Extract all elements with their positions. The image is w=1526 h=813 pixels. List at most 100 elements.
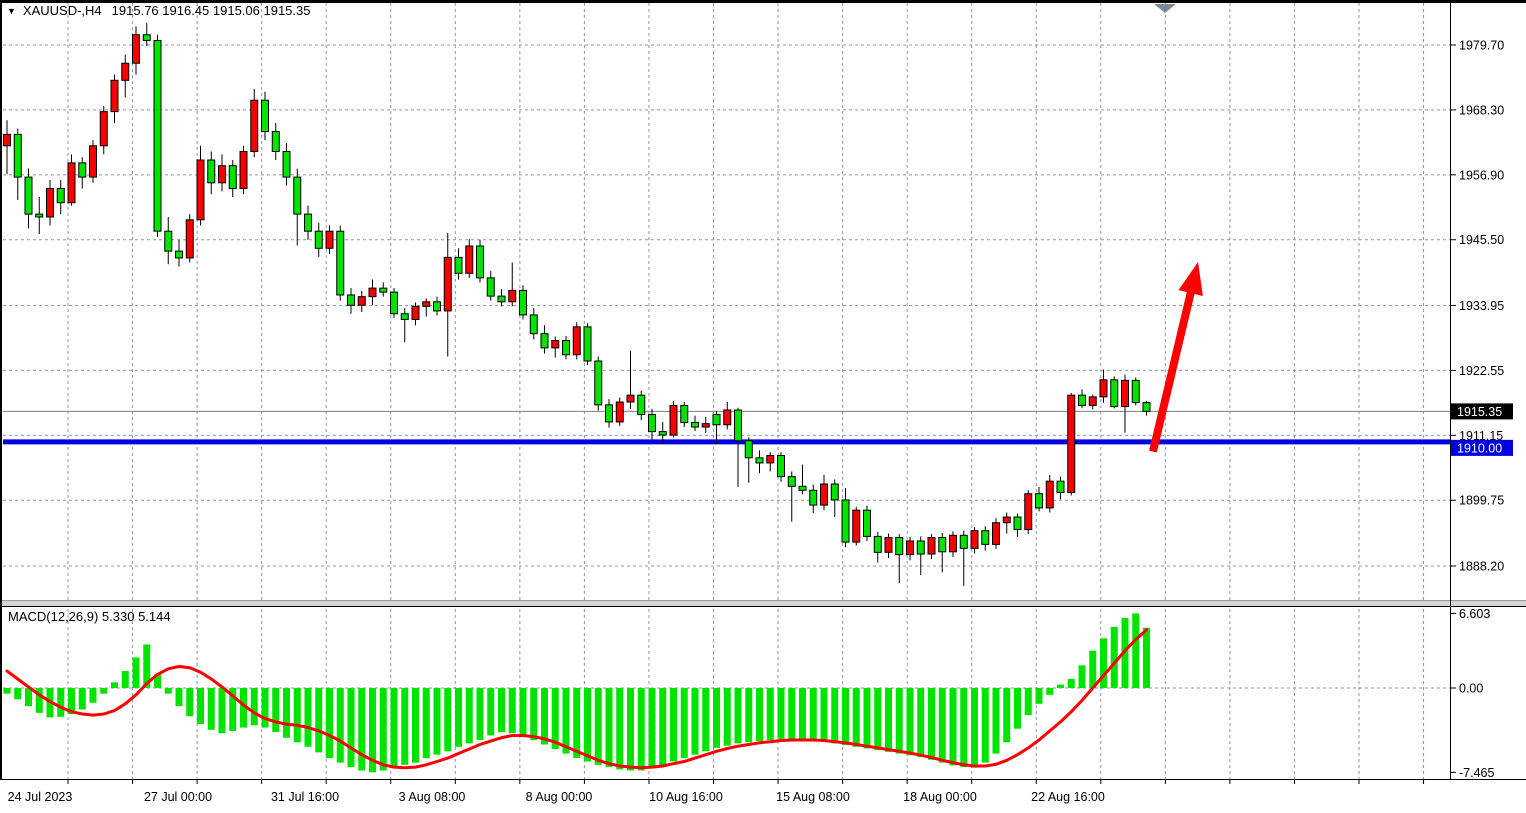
up-arrow-head[interactable] — [1179, 262, 1203, 296]
macd-bar — [79, 688, 86, 709]
chart-canvas[interactable]: 1979.701968.301956.901945.501933.951922.… — [0, 0, 1526, 813]
bear-candle — [315, 231, 322, 248]
macd-bar — [165, 688, 172, 694]
bear-candle — [294, 177, 301, 214]
macd-bar — [1132, 613, 1139, 688]
macd-bar — [337, 688, 344, 763]
bear-candle — [272, 132, 279, 152]
time-axis-label: 8 Aug 00:00 — [526, 790, 593, 804]
bear-candle — [1111, 380, 1118, 407]
bull-candle — [509, 290, 516, 301]
macd-bar — [251, 688, 258, 725]
bear-candle — [692, 423, 699, 428]
macd-bar — [176, 688, 183, 706]
price-axis: 1979.701968.301956.901945.501933.951922.… — [1451, 39, 1513, 780]
price-badge-label: 1910.00 — [1457, 441, 1502, 455]
bull-candle — [197, 160, 204, 220]
macd-bar — [348, 688, 355, 767]
macd-bar — [315, 688, 322, 752]
macd-bar — [133, 657, 140, 688]
macd-bar — [4, 688, 11, 694]
macd-bar — [724, 688, 731, 746]
bear-candle — [165, 231, 172, 251]
bull-candle — [444, 257, 451, 311]
macd-bar — [305, 688, 312, 747]
macd-bar — [14, 688, 21, 699]
bull-candle — [971, 531, 978, 549]
symbol-dropdown-icon[interactable]: ▼ — [7, 6, 16, 16]
macd-bar — [1068, 679, 1075, 688]
bull-candle — [552, 341, 559, 348]
macd-bar — [100, 688, 107, 694]
bear-candle — [14, 134, 21, 177]
bear-candle — [1143, 403, 1150, 412]
macd-bar — [326, 688, 333, 758]
macd-bar — [208, 688, 215, 730]
macd-bar — [627, 688, 634, 770]
bull-candle — [950, 535, 957, 552]
macd-bar — [563, 688, 570, 754]
macd-bar — [1089, 651, 1096, 688]
macd-bar — [670, 688, 677, 761]
bear-candle — [520, 290, 527, 314]
bull-candle — [466, 246, 473, 273]
bear-candle — [283, 151, 290, 177]
macd-bar — [735, 688, 742, 743]
macd-bar — [1046, 688, 1053, 695]
macd-bar — [487, 688, 494, 735]
bear-candle — [735, 410, 742, 441]
macd-bar — [25, 688, 32, 706]
bull-candle — [111, 80, 118, 111]
bear-candle — [1036, 494, 1043, 508]
ohlc-values: 1915.76 1916.45 1915.06 1915.35 — [112, 3, 311, 18]
chart-shift-marker-icon[interactable] — [1154, 4, 1176, 13]
macd-bar — [358, 688, 365, 770]
macd-bar — [885, 688, 892, 752]
macd-bar — [1014, 688, 1021, 729]
symbol-period-label: XAUUSD-,H4 — [23, 3, 102, 18]
bear-candle — [842, 500, 849, 542]
candlestick-series[interactable] — [4, 23, 1151, 586]
bear-candle — [380, 288, 387, 292]
left-border — [0, 0, 2, 780]
mt4-chart-window: 1979.701968.301956.901945.501933.951922.… — [0, 0, 1526, 813]
bear-candle — [455, 257, 462, 273]
macd-bar — [219, 688, 226, 733]
macd-bar — [767, 688, 774, 740]
price-axis-label: 1922.55 — [1459, 364, 1504, 378]
macd-bar — [928, 688, 935, 760]
bull-candle — [186, 220, 193, 258]
bear-candle — [681, 405, 688, 422]
bull-candle — [68, 163, 75, 203]
price-axis-label: 1899.75 — [1459, 494, 1504, 508]
price-axis-label: 1888.20 — [1459, 560, 1504, 574]
up-arrow-shaft[interactable] — [1153, 287, 1192, 451]
bull-candle — [100, 112, 107, 146]
bull-candle — [90, 146, 97, 177]
bear-candle — [154, 40, 161, 231]
macd-bar — [971, 688, 978, 768]
macd-bar — [197, 688, 204, 724]
bear-candle — [917, 541, 924, 554]
macd-bar — [1036, 688, 1043, 704]
macd-bar — [917, 688, 924, 757]
bull-candle — [1046, 481, 1053, 508]
bear-candle — [606, 405, 613, 422]
price-axis-label: 1933.95 — [1459, 299, 1504, 313]
time-axis-label: 22 Aug 16:00 — [1031, 790, 1105, 804]
macd-bar — [907, 688, 914, 755]
bear-candle — [25, 177, 32, 214]
chart-title: ▼ XAUUSD-,H4 1915.76 1916.45 1915.06 191… — [7, 3, 310, 18]
macd-bar — [1079, 665, 1086, 688]
bull-candle — [724, 410, 731, 425]
panel-sash[interactable] — [0, 601, 1526, 606]
bear-candle — [348, 295, 355, 305]
bear-candle — [960, 535, 967, 548]
time-axis-label: 18 Aug 00:00 — [903, 790, 977, 804]
macd-axis-label: 6.603 — [1459, 607, 1490, 621]
bull-candle — [627, 395, 634, 402]
macd-bar — [530, 688, 537, 740]
macd-indicator-label: MACD(12,26,9) 5.330 5.144 — [8, 609, 171, 624]
macd-bar — [541, 688, 548, 745]
macd-bar — [853, 688, 860, 747]
